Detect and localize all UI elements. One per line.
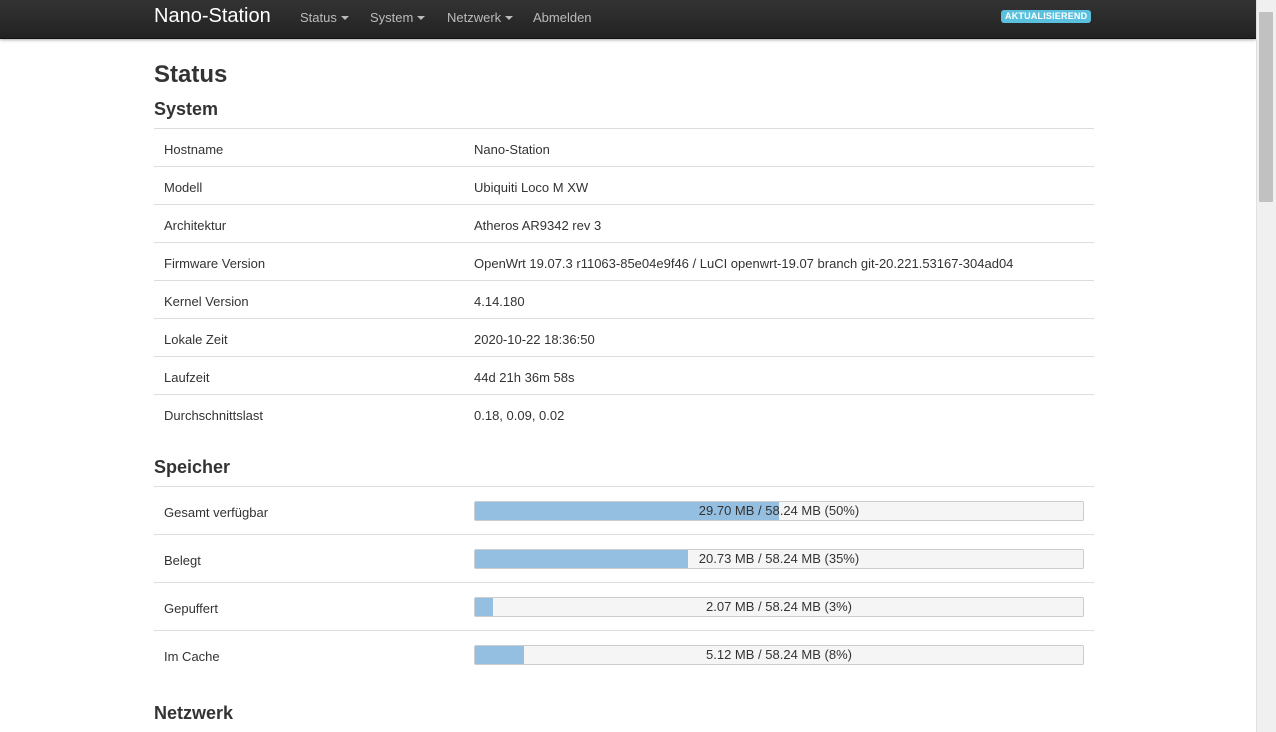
top-navbar: Nano-Station Status System Netzwerk Abme… — [0, 0, 1256, 39]
table-row: Kernel Version 4.14.180 — [154, 280, 1094, 319]
menu-system-label: System — [370, 10, 414, 25]
chevron-down-icon — [340, 15, 349, 20]
table-row: Architektur Atheros AR9342 rev 3 — [154, 204, 1094, 243]
chevron-down-icon — [505, 15, 514, 20]
scrollbar-thumb[interactable] — [1259, 12, 1273, 202]
table-row: Durchschnittslast 0.18, 0.09, 0.02 — [154, 394, 1094, 433]
memory-progress-bar: 5.12 MB / 58.24 MB (8%) — [474, 645, 1084, 665]
memory-progress-bar: 20.73 MB / 58.24 MB (35%) — [474, 549, 1084, 569]
row-label: Gepuffert — [164, 601, 218, 616]
table-row: Gesamt verfügbar 29.70 MB / 58.24 MB (50… — [154, 486, 1094, 535]
page-title: Status — [154, 61, 228, 88]
row-label: Hostname — [164, 142, 224, 157]
menu-abmelden[interactable]: Abmelden — [533, 10, 592, 25]
menu-netzwerk[interactable]: Netzwerk — [447, 10, 514, 25]
row-value: Nano-Station — [474, 142, 550, 157]
section-title-system: System — [154, 99, 219, 119]
row-label: Lokale Zeit — [164, 332, 228, 347]
progress-text: 5.12 MB / 58.24 MB (8%) — [706, 647, 852, 662]
row-label: Kernel Version — [164, 294, 249, 309]
menu-system[interactable]: System — [370, 10, 426, 25]
table-row: Modell Ubiquiti Loco M XW — [154, 166, 1094, 205]
menu-netzwerk-label: Netzwerk — [447, 10, 502, 25]
row-value: OpenWrt 19.07.3 r11063-85e04e9f46 / LuCI… — [474, 256, 1014, 271]
table-row: Gepuffert 2.07 MB / 58.24 MB (3%) — [154, 582, 1094, 631]
row-value: 4.14.180 — [474, 294, 525, 309]
progress-text: 20.73 MB / 58.24 MB (35%) — [698, 551, 860, 566]
progress-text: 29.70 MB / 58.24 MB (50%) — [698, 503, 860, 518]
memory-progress-bar: 2.07 MB / 58.24 MB (3%) — [474, 597, 1084, 617]
row-label: Architektur — [164, 218, 227, 233]
row-value: 0.18, 0.09, 0.02 — [474, 408, 565, 423]
table-row: Firmware Version OpenWrt 19.07.3 r11063-… — [154, 242, 1094, 281]
row-label: Im Cache — [164, 649, 220, 664]
progress-text: 2.07 MB / 58.24 MB (3%) — [706, 599, 852, 614]
memory-progress-bar: 29.70 MB / 58.24 MB (50%) — [474, 501, 1084, 521]
row-value: 44d 21h 36m 58s — [474, 370, 575, 385]
row-label: Gesamt verfügbar — [164, 505, 269, 520]
table-row: Belegt 20.73 MB / 58.24 MB (35%) — [154, 534, 1094, 583]
table-row: Hostname Nano-Station — [154, 128, 1094, 167]
section-title-memory: Speicher — [154, 457, 231, 477]
row-label: Durchschnittslast — [164, 408, 263, 423]
table-row: Im Cache 5.12 MB / 58.24 MB (8%) — [154, 630, 1094, 679]
row-value: 2020-10-22 18:36:50 — [474, 332, 595, 347]
chevron-down-icon — [417, 15, 426, 20]
row-label: Belegt — [164, 553, 201, 568]
row-label: Modell — [164, 180, 203, 195]
row-label: Laufzeit — [164, 370, 210, 385]
menu-status[interactable]: Status — [300, 10, 349, 25]
section-title-network: Netzwerk — [154, 703, 234, 723]
menu-status-label: Status — [300, 10, 337, 25]
refresh-status-badge[interactable]: AKTUALISIEREND — [1001, 10, 1092, 23]
row-value: Atheros AR9342 rev 3 — [474, 218, 602, 233]
table-row: Lokale Zeit 2020-10-22 18:36:50 — [154, 318, 1094, 357]
row-value: Ubiquiti Loco M XW — [474, 180, 589, 195]
table-row: Laufzeit 44d 21h 36m 58s — [154, 356, 1094, 395]
page-scrollbar[interactable] — [1256, 0, 1276, 732]
brand-link[interactable]: Nano-Station — [154, 5, 271, 28]
row-label: Firmware Version — [164, 256, 266, 271]
